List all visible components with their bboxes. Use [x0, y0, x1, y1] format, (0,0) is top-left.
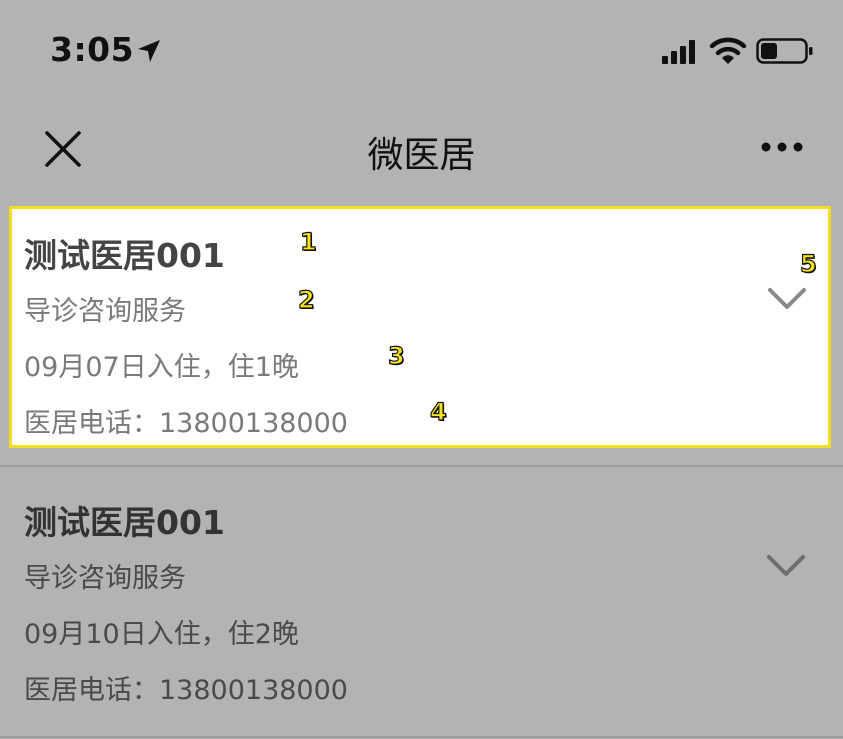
- annotation-marker: 3: [387, 341, 405, 370]
- annotation-marker: 5: [799, 249, 817, 278]
- chevron-down-icon[interactable]: [767, 287, 807, 311]
- hotel-name: 测试医居001: [24, 503, 225, 542]
- stay-dates-text: 09月10日入住，住2晚: [24, 619, 299, 650]
- booking-card[interactable]: 测试医居001 导诊咨询服务 09月10日入住，住2晚 医居电话：1380013…: [0, 470, 843, 736]
- booking-card[interactable]: 测试医居001 导诊咨询服务 09月07日入住，住1晚 医居电话：1380013…: [9, 206, 831, 448]
- divider: [0, 736, 843, 738]
- app-screen: 3:05 微医居 测试医居001 导诊咨询服务 09月07日入住，住1晚 医居电…: [0, 0, 843, 739]
- service-text: 导诊咨询服务: [24, 563, 186, 594]
- nav-bar: 微医居: [0, 100, 843, 196]
- wifi-icon: [709, 37, 747, 64]
- annotation-marker: 1: [299, 227, 317, 256]
- more-options-icon[interactable]: [760, 140, 804, 154]
- hotel-name: 测试医居001: [24, 236, 225, 275]
- cellular-signal-icon: [662, 40, 695, 64]
- chevron-down-icon[interactable]: [766, 554, 806, 578]
- status-time: 3:05: [50, 30, 135, 69]
- location-arrow-icon: [138, 40, 160, 62]
- service-text: 导诊咨询服务: [24, 296, 186, 327]
- hotel-phone-text: 医居电话：13800138000: [24, 408, 348, 439]
- annotation-marker: 2: [297, 285, 315, 314]
- stay-dates-text: 09月07日入住，住1晚: [24, 352, 299, 383]
- status-bar: 3:05: [0, 0, 843, 100]
- battery-icon: [756, 38, 813, 64]
- page-title: 微医居: [367, 135, 476, 176]
- hotel-phone-text: 医居电话：13800138000: [24, 675, 348, 706]
- divider: [0, 465, 843, 467]
- annotation-marker: 4: [429, 397, 447, 426]
